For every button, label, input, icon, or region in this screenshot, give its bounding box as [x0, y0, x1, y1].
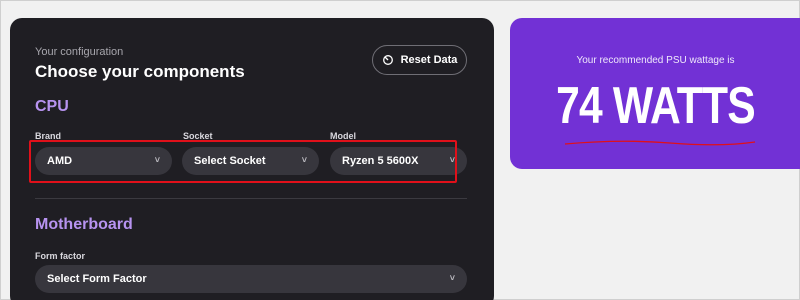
cpu-heading: CPU — [35, 98, 69, 115]
config-title: Choose your components — [35, 62, 245, 81]
chevron-down-icon: ˅ — [449, 273, 455, 283]
form-factor-label: Form factor — [35, 251, 86, 261]
brand-select-value: AMD — [47, 155, 73, 167]
socket-select[interactable]: Select Socket ˅ — [182, 147, 319, 175]
refresh-icon — [382, 55, 393, 65]
chevron-down-icon: ˅ — [301, 155, 307, 165]
configuration-panel: Your configuration Choose your component… — [10, 18, 494, 300]
form-factor-select-value: Select Form Factor — [47, 273, 147, 285]
result-wattage: 74 WATTS — [556, 77, 756, 135]
config-subtitle: Your configuration — [35, 46, 124, 58]
section-divider — [35, 198, 467, 199]
socket-select-value: Select Socket — [194, 155, 266, 167]
underline-squiggle — [564, 140, 756, 146]
form-factor-select[interactable]: Select Form Factor ˅ — [35, 265, 467, 293]
brand-label: Brand — [35, 131, 62, 141]
chevron-down-icon: ˅ — [449, 155, 455, 165]
model-label: Model — [330, 131, 356, 141]
chevron-down-icon: ˅ — [154, 155, 160, 165]
reset-data-button[interactable]: Reset Data — [372, 45, 467, 75]
motherboard-heading: Motherboard — [35, 216, 133, 233]
socket-label: Socket — [183, 131, 213, 141]
psu-result-card: Your recommended PSU wattage is 74 WATTS — [510, 18, 800, 169]
model-select[interactable]: Ryzen 5 5600X ˅ — [330, 147, 467, 175]
result-label: Your recommended PSU wattage is — [576, 55, 735, 66]
page: Your configuration Choose your component… — [0, 0, 800, 300]
reset-data-label: Reset Data — [400, 54, 458, 66]
model-select-value: Ryzen 5 5600X — [342, 155, 419, 167]
brand-select[interactable]: AMD ˅ — [35, 147, 172, 175]
